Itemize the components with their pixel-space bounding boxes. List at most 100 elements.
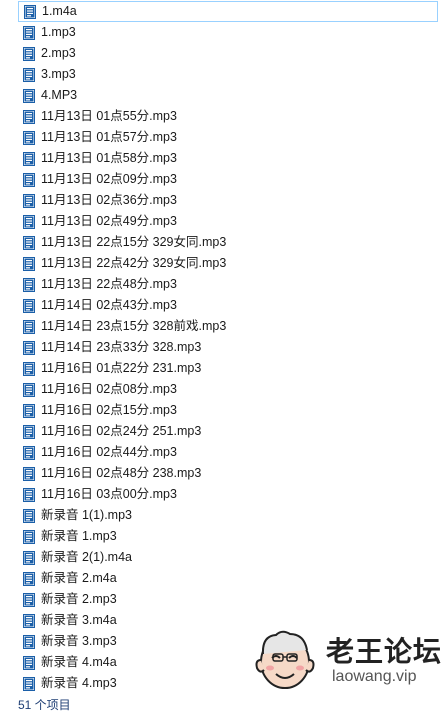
file-explorer-window: 1.m4a 1.mp3 2.mp3 3.mp3 4.MP3 11月13日 01点55分.m… xyxy=(0,0,444,715)
file-row[interactable]: 11月13日 22点48分.mp3 xyxy=(0,274,444,295)
audio-file-icon xyxy=(23,130,35,145)
file-row[interactable]: 11月16日 02点24分 251.mp3 xyxy=(0,421,444,442)
file-name: 新录音 1.mp3 xyxy=(41,529,117,543)
file-name: 11月16日 02点24分 251.mp3 xyxy=(41,424,202,438)
file-name: 11月16日 02点44分.mp3 xyxy=(41,445,177,459)
audio-file-icon xyxy=(23,361,35,376)
file-name: 新录音 3.mp3 xyxy=(41,634,117,648)
audio-file-icon xyxy=(23,382,35,397)
file-name: 4.MP3 xyxy=(41,88,78,102)
status-bar: 51 个项目 xyxy=(0,693,444,715)
file-name: 11月16日 03点00分.mp3 xyxy=(41,487,177,501)
audio-file-icon xyxy=(23,634,35,649)
file-row[interactable]: 11月14日 02点43分.mp3 xyxy=(0,295,444,316)
file-row[interactable]: 11月13日 02点09分.mp3 xyxy=(0,169,444,190)
file-name: 11月13日 01点58分.mp3 xyxy=(41,151,177,165)
file-name: 11月13日 22点15分 329女同.mp3 xyxy=(41,235,227,249)
audio-file-icon xyxy=(23,235,35,250)
file-name: 1.m4a xyxy=(42,4,77,18)
file-name: 新录音 4.m4a xyxy=(41,655,117,669)
audio-file-icon xyxy=(23,466,35,481)
audio-file-icon xyxy=(23,550,35,565)
file-name: 11月13日 02点49分.mp3 xyxy=(41,214,177,228)
file-name: 11月16日 02点48分 238.mp3 xyxy=(41,466,202,480)
file-row[interactable]: 11月13日 22点15分 329女同.mp3 xyxy=(0,232,444,253)
file-name: 11月13日 01点57分.mp3 xyxy=(41,130,177,144)
file-name: 11月13日 22点42分 329女同.mp3 xyxy=(41,256,227,270)
file-row[interactable]: 11月14日 23点15分 328前戏.mp3 xyxy=(0,316,444,337)
audio-file-icon xyxy=(23,256,35,271)
file-row[interactable]: 11月16日 02点44分.mp3 xyxy=(0,442,444,463)
audio-file-icon xyxy=(23,571,35,586)
audio-file-icon xyxy=(23,214,35,229)
file-row[interactable]: 2.mp3 xyxy=(0,43,444,64)
old-man-logo-icon xyxy=(255,630,315,689)
file-row[interactable]: 11月16日 02点48分 238.mp3 xyxy=(0,463,444,484)
file-row[interactable]: 11月13日 01点58分.mp3 xyxy=(0,148,444,169)
audio-file-icon xyxy=(23,445,35,460)
file-row[interactable]: 11月16日 02点15分.mp3 xyxy=(0,400,444,421)
audio-file-icon xyxy=(23,319,35,334)
file-row[interactable]: 11月13日 01点55分.mp3 xyxy=(0,106,444,127)
file-row[interactable]: 11月13日 22点42分 329女同.mp3 xyxy=(0,253,444,274)
file-name: 11月16日 01点22分 231.mp3 xyxy=(41,361,202,375)
file-name: 3.mp3 xyxy=(41,67,76,81)
file-name: 11月13日 02点09分.mp3 xyxy=(41,172,177,186)
file-name: 新录音 2.mp3 xyxy=(41,592,117,606)
audio-file-icon xyxy=(23,193,35,208)
audio-file-icon xyxy=(23,487,35,502)
audio-file-icon xyxy=(23,151,35,166)
file-name: 11月13日 22点48分.mp3 xyxy=(41,277,177,291)
file-name: 新录音 1(1).mp3 xyxy=(41,508,132,522)
file-row[interactable]: 3.mp3 xyxy=(0,64,444,85)
audio-file-icon xyxy=(23,403,35,418)
file-row[interactable]: 11月16日 02点08分.mp3 xyxy=(0,379,444,400)
file-name: 1.mp3 xyxy=(41,25,76,39)
file-row[interactable]: 新录音 2.mp3 xyxy=(0,589,444,610)
audio-file-icon xyxy=(23,424,35,439)
file-row[interactable]: 11月16日 01点22分 231.mp3 xyxy=(0,358,444,379)
file-row[interactable]: 11月13日 02点36分.mp3 xyxy=(0,190,444,211)
file-row[interactable]: 11月13日 01点57分.mp3 xyxy=(0,127,444,148)
file-name: 11月16日 02点15分.mp3 xyxy=(41,403,177,417)
file-name: 新录音 2(1).m4a xyxy=(41,550,132,564)
file-name: 新录音 4.mp3 xyxy=(41,676,117,690)
audio-file-icon xyxy=(23,172,35,187)
file-name: 11月16日 02点08分.mp3 xyxy=(41,382,177,396)
file-name: 11月14日 02点43分.mp3 xyxy=(41,298,177,312)
audio-file-icon xyxy=(23,25,35,40)
watermark-name: 老王论坛 xyxy=(326,635,443,668)
file-row[interactable]: 11月14日 23点33分 328.mp3 xyxy=(0,337,444,358)
file-row[interactable]: 新录音 2.m4a xyxy=(0,568,444,589)
file-row[interactable]: 4.MP3 xyxy=(0,85,444,106)
file-list: 1.m4a 1.mp3 2.mp3 3.mp3 4.MP3 11月13日 01点55分.m… xyxy=(0,0,444,694)
audio-file-icon xyxy=(23,67,35,82)
file-row[interactable]: 1.mp3 xyxy=(0,22,444,43)
audio-file-icon xyxy=(23,613,35,628)
file-row[interactable]: 11月16日 03点00分.mp3 xyxy=(0,484,444,505)
audio-file-icon xyxy=(23,529,35,544)
audio-file-icon xyxy=(23,592,35,607)
audio-file-icon xyxy=(23,298,35,313)
file-row[interactable]: 新录音 2(1).m4a xyxy=(0,547,444,568)
file-name: 新录音 3.m4a xyxy=(41,613,117,627)
audio-file-icon xyxy=(23,46,35,61)
file-name: 2.mp3 xyxy=(41,46,76,60)
audio-file-icon xyxy=(23,109,35,124)
audio-file-icon xyxy=(23,340,35,355)
file-name: 11月14日 23点33分 328.mp3 xyxy=(41,340,202,354)
audio-file-icon xyxy=(23,655,35,670)
file-name: 11月13日 02点36分.mp3 xyxy=(41,193,177,207)
watermark: 老王论坛 laowang.vip xyxy=(252,626,442,692)
audio-file-icon xyxy=(23,508,35,523)
audio-file-icon xyxy=(24,4,36,19)
audio-file-icon xyxy=(23,676,35,691)
audio-file-icon xyxy=(23,277,35,292)
file-row[interactable]: 新录音 1.mp3 xyxy=(0,526,444,547)
audio-file-icon xyxy=(23,88,35,103)
file-name: 新录音 2.m4a xyxy=(41,571,117,585)
file-row[interactable]: 11月13日 02点49分.mp3 xyxy=(0,211,444,232)
file-row[interactable]: 新录音 1(1).mp3 xyxy=(0,505,444,526)
file-row[interactable]: 1.m4a xyxy=(18,1,438,22)
item-count: 51 个项目 xyxy=(18,697,71,712)
